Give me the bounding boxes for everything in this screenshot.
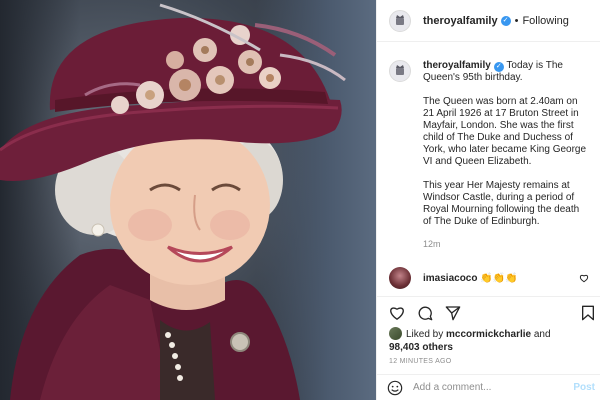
caption-paragraph-3: This year Her Majesty remains at Windsor… [423,180,580,227]
header-username[interactable]: theroyalfamily [423,15,498,27]
post-side-panel: theroyalfamily ✓ • Following theroyalfam… [376,0,600,400]
post-comment-button[interactable]: Post [573,382,595,393]
action-bar [377,296,600,326]
heart-icon[interactable] [579,273,589,283]
post-timestamp[interactable]: 12 MINUTES AGO [389,358,452,365]
likes-and: and [533,329,551,340]
likes-count[interactable]: 98,403 others [389,342,453,353]
liker-avatar[interactable] [389,327,402,340]
caption-avatar[interactable] [389,60,411,82]
comment-icon[interactable] [417,305,433,321]
caption: theroyalfamily ✓ Today is The Queen's 95t… [389,48,589,250]
comment-input[interactable] [413,382,563,393]
header-separator: • [514,14,519,27]
share-icon[interactable] [445,305,461,321]
bookmark-icon[interactable] [581,305,595,321]
caption-first-line: theroyalfamily ✓ Today is The Queen's 95t… [423,60,589,84]
verified-icon: ✓ [493,62,504,72]
add-comment-bar: Post [377,374,600,400]
emoji-icon[interactable] [387,380,403,396]
verified-icon: ✓ [500,15,511,26]
comment-username[interactable]: imasiacoco [423,273,477,284]
caption-body: theroyalfamily ✓ Today is The Queen's 95t… [423,60,589,250]
comment-text: imasiacoco 👏👏👏 [423,273,518,284]
caption-username[interactable]: theroyalfamily [423,60,491,71]
post-header: theroyalfamily ✓ • Following [377,0,600,42]
liker-username[interactable]: mccormickcharlie [446,329,531,340]
likes-prefix: Liked by [406,329,444,340]
commenter-avatar[interactable] [389,267,411,289]
profile-avatar[interactable] [389,9,411,32]
post-photo[interactable] [0,0,376,400]
comment-item: imasiacoco 👏👏👏 [389,267,589,289]
following-button[interactable]: Following [522,15,568,27]
caption-time: 12m [423,239,441,249]
likes-summary: Liked by mccormickcharlie and 98,403 oth… [389,327,589,354]
comments-area: theroyalfamily ✓ Today is The Queen's 95t… [377,48,600,295]
royal-crest-icon [396,65,404,75]
comment-body: 👏👏👏 [480,272,518,284]
heart-icon[interactable] [389,305,405,320]
queen-portrait-illustration [0,3,346,400]
caption-paragraph-2: The Queen was born at 2.40am on 21 April… [423,96,587,167]
royal-crest-icon [396,14,404,25]
